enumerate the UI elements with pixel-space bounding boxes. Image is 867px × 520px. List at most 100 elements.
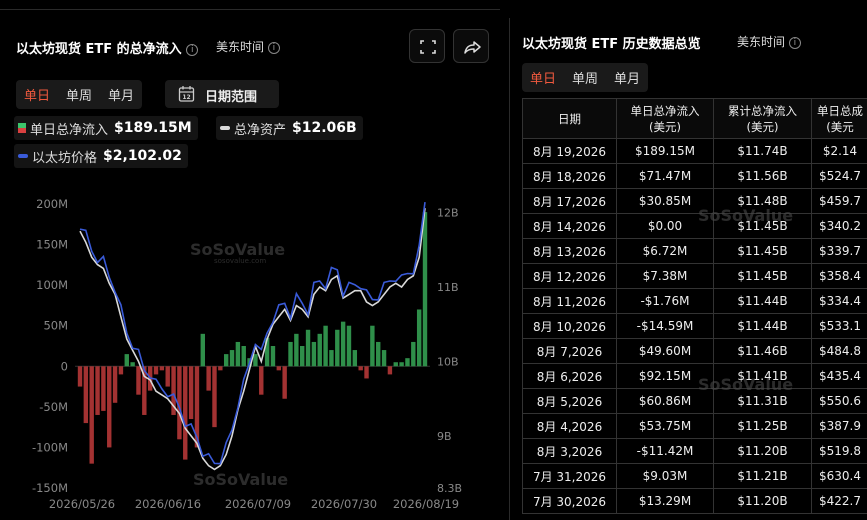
inflow-bar [311, 341, 317, 367]
net-assets-legend-marker [220, 126, 230, 130]
tab-weekly[interactable]: 单周 [58, 82, 100, 107]
table-cell: 8月 11,2026 [522, 288, 617, 314]
table-row[interactable]: 8月 5,2026 $60.86M $11.31B $550.6 [522, 388, 867, 414]
table-cell: $524.7 [811, 163, 867, 189]
inflow-bar [136, 366, 141, 395]
table-row[interactable]: 8月 3,2026 -$11.42M $11.20B $519.8 [522, 438, 867, 464]
inflow-bar [416, 309, 422, 367]
inflow-bar [206, 366, 211, 391]
table-cell: -$11.42M [616, 438, 714, 464]
inflow-bar [358, 366, 363, 371]
table-cell: $550.6 [811, 388, 867, 414]
table-cell: 8月 4,2026 [522, 413, 617, 439]
legend-inflow[interactable]: 单日总净流入 $189.15M [14, 116, 198, 140]
table-cell: $11.20B [713, 488, 812, 514]
table-row[interactable]: 8月 7,2026 $49.60M $11.46B $484.8 [522, 338, 867, 364]
info-icon[interactable]: i [267, 42, 280, 54]
table-row[interactable]: 8月 19,2026 $189.15M $11.74B $2.14 [522, 138, 867, 164]
table-row[interactable]: 8月 12,2026 $7.38M $11.45B $358.4 [522, 263, 867, 289]
history-tab-daily[interactable]: 单日 [522, 65, 564, 90]
legend-net-assets[interactable]: 总净资产 $12.06B [216, 116, 363, 140]
legend-eth-price-label: 以太坊价格 [32, 150, 98, 166]
inflow-bar [188, 366, 194, 420]
inflow-bar [376, 341, 381, 367]
inflow-bar [329, 350, 334, 367]
share-icon [464, 41, 481, 54]
inflow-bar [200, 333, 205, 367]
table-cell: 8月 19,2026 [522, 138, 617, 164]
table-row[interactable]: 7月 30,2026 $13.29M $11.20B $422.7 [522, 488, 867, 514]
y2-axis-tick-label: 8.3B [437, 482, 462, 495]
table-row[interactable]: 8月 4,2026 $53.75M $11.25B $387.9 [522, 413, 867, 439]
inflow-bar [218, 366, 223, 371]
fullscreen-button[interactable] [409, 29, 445, 63]
history-table-header: 日期 单日总净流入 (美元) 累计总净流入 (美元) 单日总成 (美元 [522, 98, 867, 139]
table-cell: $2.14 [811, 138, 867, 164]
info-icon[interactable]: i [788, 37, 801, 49]
column-header: 累计总净流入 (美元) [713, 98, 812, 139]
table-row[interactable]: 8月 17,2026 $30.85M $11.48B $459.7 [522, 188, 867, 214]
watermark-text: SoSoValue [698, 375, 794, 394]
inflow-bar [118, 366, 124, 375]
inflow-bar [387, 366, 393, 375]
table-cell: $339.7 [811, 238, 867, 264]
table-row[interactable]: 8月 14,2026 $0.00 $11.45B $340.2 [522, 213, 867, 239]
date-range-button[interactable]: 12 日期范围 [165, 80, 279, 108]
info-icon[interactable]: i [186, 44, 199, 56]
column-header: 单日总净流入 (美元) [616, 98, 714, 139]
watermark: SoSoValue sosovalue.com [190, 240, 285, 265]
inflow-bar [89, 366, 94, 464]
tab-daily[interactable]: 单日 [16, 82, 58, 107]
inflow-bar [159, 366, 165, 371]
chart-panel-title: 以太坊现货 ETF 的总净流入 i [16, 38, 199, 57]
column-header-line: 日期 [558, 111, 581, 126]
fullscreen-icon [420, 40, 436, 54]
table-cell: 8月 12,2026 [522, 263, 617, 289]
column-header: 日期 [522, 98, 617, 139]
table-row[interactable]: 8月 11,2026 -$1.76M $11.44B $334.4 [522, 288, 867, 314]
table-cell: $7.38M [616, 263, 714, 289]
table-cell: $11.20B [713, 438, 812, 464]
table-row[interactable]: 8月 13,2026 $6.72M $11.45B $339.7 [522, 238, 867, 264]
table-cell: $334.4 [811, 288, 867, 314]
inflow-bar [229, 350, 235, 367]
table-cell: $11.56B [713, 163, 812, 189]
table-cell: 7月 31,2026 [522, 463, 617, 489]
inflow-bar [107, 366, 112, 448]
inflow-bar [124, 354, 129, 367]
inflow-bar [317, 333, 322, 367]
inflow-bar [153, 366, 159, 375]
inflow-bar [346, 325, 352, 367]
y-axis-tick-label: -50M [39, 400, 68, 414]
table-cell: $11.44B [713, 313, 812, 339]
table-cell: $189.15M [616, 138, 714, 164]
period-tabs: 单日 单周 单月 [16, 80, 143, 109]
table-cell: $11.21B [713, 463, 812, 489]
inflow-bar [270, 346, 276, 367]
inflow-bar [83, 366, 89, 424]
history-table-body: 8月 19,2026 $189.15M $11.74B $2.14 8月 18,2026… [522, 138, 867, 514]
y-axis-tick-label: -150M [32, 481, 68, 495]
inflow-bar [235, 341, 241, 367]
legend-eth-price[interactable]: 以太坊价格 $2,102.02 [14, 144, 188, 168]
history-tab-weekly[interactable]: 单周 [564, 65, 606, 90]
inflow-bar [183, 366, 188, 460]
table-cell: $11.45B [713, 263, 812, 289]
table-cell: $484.8 [811, 338, 867, 364]
inflow-bar [399, 362, 404, 367]
table-cell: -$14.59M [616, 313, 714, 339]
table-row[interactable]: 8月 6,2026 $92.15M $11.41B $435.4 [522, 363, 867, 389]
table-row[interactable]: 7月 31,2026 $9.03M $11.21B $630.4 [522, 463, 867, 489]
history-tab-monthly[interactable]: 单月 [606, 65, 648, 90]
inflow-bar [323, 325, 328, 367]
y-axis-tick-label: 150M [36, 238, 68, 252]
watermark-text: SoSoValue [193, 470, 289, 489]
table-cell: $340.2 [811, 213, 867, 239]
history-panel: 以太坊现货 ETF 历史数据总览 美东时间 i 单日 单周 单月 日期 单日总净流… [509, 18, 867, 520]
share-button[interactable] [453, 29, 489, 63]
table-cell: $49.60M [616, 338, 714, 364]
tab-monthly[interactable]: 单月 [100, 82, 142, 107]
table-row[interactable]: 8月 10,2026 -$14.59M $11.44B $533.1 [522, 313, 867, 339]
table-row[interactable]: 8月 18,2026 $71.47M $11.56B $524.7 [522, 163, 867, 189]
table-cell: $387.9 [811, 413, 867, 439]
